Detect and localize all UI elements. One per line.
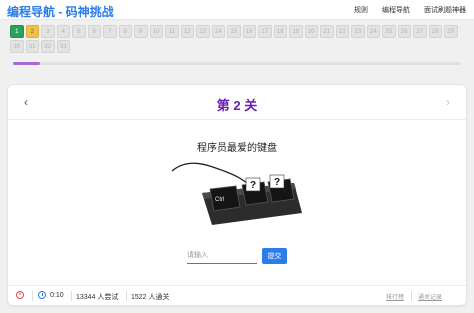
level-button-12[interactable]: 12 (180, 25, 194, 38)
nav-interview-tool[interactable]: 面试刷题神器 (424, 5, 466, 15)
divider (411, 291, 412, 301)
level-button-29[interactable]: 29 (444, 25, 458, 38)
submit-button[interactable]: 提交 (262, 248, 287, 264)
level-button-11[interactable]: 11 (165, 25, 179, 38)
level-button-4[interactable]: 4 (56, 25, 70, 38)
level-row: 1 2 3 4 5 6 7 8 9 10 11 12 13 14 15 16 17 18 19 20 21 22 23 24 2… (10, 25, 466, 38)
leaderboard-link[interactable]: 排行榜 (386, 292, 404, 301)
close-circle-icon[interactable]: × (16, 291, 24, 299)
nav-programming-guide[interactable]: 编程导航 (382, 5, 410, 15)
level-button-1[interactable]: 1 (10, 25, 24, 38)
question-mark-1: ? (250, 180, 256, 191)
level-button-19[interactable]: 19 (289, 25, 303, 38)
level-button-16[interactable]: 16 (242, 25, 256, 38)
level-button-9[interactable]: 9 (134, 25, 148, 38)
passed-count: 1522 人通关 (131, 294, 170, 301)
keyboard-image: Ctrl ? ? (171, 162, 302, 225)
progress-fill (13, 62, 40, 65)
level-button-20[interactable]: 20 (304, 25, 318, 38)
level-row: 30 31 32 33 (10, 40, 466, 53)
level-button-22[interactable]: 22 (335, 25, 349, 38)
keyboard-cable (171, 162, 251, 186)
level-button-32[interactable]: 32 (41, 40, 55, 53)
next-level-icon[interactable]: › (446, 95, 450, 109)
level-button-31[interactable]: 31 (25, 40, 39, 53)
level-button-23[interactable]: 23 (351, 25, 365, 38)
nav-rules[interactable]: 规则 (354, 5, 368, 15)
level-button-7[interactable]: 7 (103, 25, 117, 38)
top-nav: 规则 编程导航 面试刷题神器 (354, 5, 466, 15)
timer-text: 0:10 (50, 292, 64, 299)
ctrl-key-label: Ctrl (215, 197, 224, 203)
divider (71, 291, 72, 301)
level-button-30[interactable]: 30 (10, 40, 24, 53)
level-button-10[interactable]: 10 (149, 25, 163, 38)
level-button-5[interactable]: 5 (72, 25, 86, 38)
level-button-21[interactable]: 21 (320, 25, 334, 38)
level-button-13[interactable]: 13 (196, 25, 210, 38)
records-link[interactable]: 通关记录 (418, 292, 442, 301)
attempts-count: 13344 人尝试 (76, 294, 119, 301)
level-button-33[interactable]: 33 (56, 40, 70, 53)
level-button-24[interactable]: 24 (366, 25, 380, 38)
top-bar: 编程导航 - 码神挑战 规则 编程导航 面试刷题神器 (0, 0, 474, 20)
card-footer: × 0:10 13344 人尝试 1522 人通关 排行榜 通关记录 (8, 285, 466, 305)
level-button-6[interactable]: 6 (87, 25, 101, 38)
level-button-25[interactable]: 25 (382, 25, 396, 38)
site-title[interactable]: 编程导航 - 码神挑战 (7, 3, 114, 20)
level-button-3[interactable]: 3 (41, 25, 55, 38)
divider (32, 291, 33, 301)
question-mark-2: ? (274, 177, 280, 188)
progress-bar (13, 62, 461, 65)
level-button-18[interactable]: 18 (273, 25, 287, 38)
level-button-8[interactable]: 8 (118, 25, 132, 38)
level-title: 第 2 关 (216, 98, 258, 113)
level-button-26[interactable]: 26 (397, 25, 411, 38)
level-button-2[interactable]: 2 (25, 25, 39, 38)
divider (126, 291, 127, 301)
level-button-17[interactable]: 17 (258, 25, 272, 38)
answer-input[interactable] (187, 248, 257, 264)
level-button-14[interactable]: 14 (211, 25, 225, 38)
level-button-15[interactable]: 15 (227, 25, 241, 38)
level-button-27[interactable]: 27 (413, 25, 427, 38)
level-button-28[interactable]: 28 (428, 25, 442, 38)
level-card: ‹ 第 2 关 › 程序员最爱的键盘 Ctrl ? ? 提交 × 0:10 13… (7, 84, 467, 306)
clock-icon (38, 291, 46, 299)
level-grid: 1 2 3 4 5 6 7 8 9 10 11 12 13 14 15 16 17 18 19 20 21 22 23 24 2… (10, 25, 466, 55)
divider (8, 119, 466, 120)
